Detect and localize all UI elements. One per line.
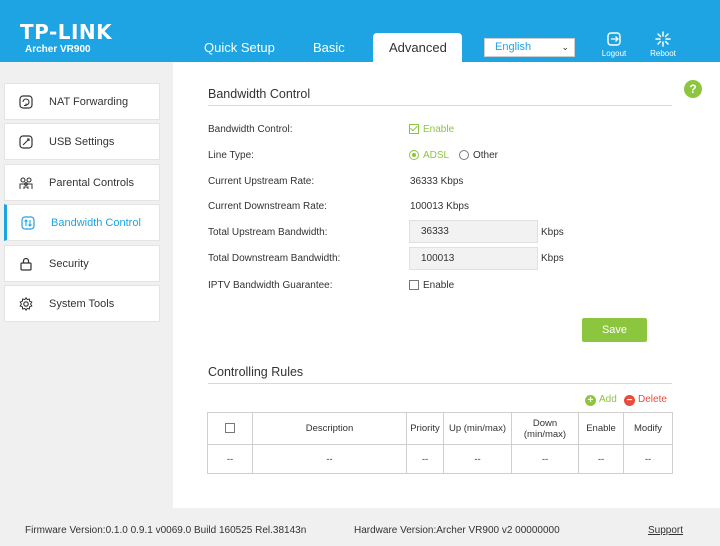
total-upstream-input[interactable] [409,220,538,243]
table-cell: -- [252,444,407,474]
sidebar-item-label: System Tools [49,298,115,310]
column-header-priority: Priority [406,412,444,445]
sidebar-item-bandwidth-control[interactable]: Bandwidth Control [4,204,160,241]
save-button[interactable]: Save [582,318,647,342]
downstream-rate-value: 100013 Kbps [410,201,469,212]
bandwidth-control-enable-label[interactable]: Enable [423,124,454,135]
sidebar-item-label: Parental Controls [49,177,134,189]
minus-icon: − [624,395,635,406]
sidebar-item-nat-forwarding[interactable]: NAT Forwarding [4,83,160,120]
section-title-rules: Controlling Rules [208,365,304,379]
bandwidth-icon [21,216,35,230]
upstream-rate-label: Current Upstream Rate: [208,176,315,187]
select-all-cell[interactable] [207,412,253,445]
column-header-up: Up (min/max) [443,412,512,445]
sidebar-item-security[interactable]: Security [4,245,160,282]
table-row: -- -- -- -- -- -- -- [207,444,673,474]
sidebar-item-label: Bandwidth Control [51,217,141,229]
plus-icon: + [585,395,596,406]
total-upstream-label: Total Upstream Bandwidth: [208,227,328,238]
column-header-down: Down (min/max) [511,412,579,445]
iptv-guarantee-checkbox[interactable] [409,280,419,290]
tab-advanced[interactable]: Advanced [373,33,462,62]
upstream-rate-value: 36333 Kbps [410,176,464,187]
section-divider [208,105,672,106]
sidebar-item-label: Security [49,258,89,270]
rules-table: Description Priority Up (min/max) Down (… [207,412,673,474]
add-label: Add [599,394,617,405]
language-value: English [495,41,532,53]
tab-quick-setup[interactable]: Quick Setup [204,33,275,62]
sidebar-item-system-tools[interactable]: System Tools [4,285,160,322]
gear-icon [19,297,33,311]
table-cell: -- [207,444,253,474]
total-downstream-unit: Kbps [541,253,564,264]
table-header-row: Description Priority Up (min/max) Down (… [207,412,673,445]
reboot-icon [655,31,671,47]
column-header-description: Description [252,412,407,445]
column-header-enable: Enable [578,412,624,445]
sidebar-item-label: USB Settings [49,136,115,148]
total-downstream-input[interactable] [409,247,538,270]
reboot-label: Reboot [650,49,676,58]
line-type-label: Line Type: [208,150,254,161]
select-all-checkbox[interactable] [225,423,235,434]
help-button[interactable]: ? [684,80,702,98]
delete-rule-button[interactable]: − Delete [624,394,667,406]
footer: Firmware Version:0.1.0 0.9.1 v0069.0 Bui… [0,508,720,546]
brand-logo: TP-LINK [20,20,113,44]
logout-button[interactable]: Logout [597,31,631,58]
language-select[interactable]: English ⌄ [484,38,575,57]
table-cell: -- [578,444,624,474]
tab-basic[interactable]: Basic [313,33,345,62]
table-cell: -- [511,444,579,474]
table-cell: -- [406,444,444,474]
line-type-adsl-radio[interactable] [409,150,419,160]
sidebar-item-label: NAT Forwarding [49,96,129,108]
line-type-other-radio[interactable] [459,150,469,160]
table-cell: -- [443,444,512,474]
downstream-rate-label: Current Downstream Rate: [208,201,327,212]
line-type-adsl-label[interactable]: ADSL [423,150,449,161]
section-divider [208,383,672,384]
bandwidth-control-checkbox[interactable] [409,124,419,134]
support-link[interactable]: Support [648,525,683,536]
sidebar: NAT Forwarding USB Settings Parental Con… [0,62,173,508]
hardware-version: Hardware Version:Archer VR900 v2 0000000… [354,525,560,536]
usb-icon [19,135,33,149]
top-header: TP-LINK Archer VR900 Quick Setup Basic A… [0,0,720,62]
logout-label: Logout [601,49,627,58]
line-type-other-label[interactable]: Other [473,150,498,161]
firmware-version: Firmware Version:0.1.0 0.9.1 v0069.0 Bui… [25,525,307,536]
delete-label: Delete [638,394,667,405]
family-icon [19,177,33,189]
column-header-modify: Modify [623,412,673,445]
iptv-guarantee-label: IPTV Bandwidth Guarantee: [208,280,333,291]
iptv-guarantee-enable-label[interactable]: Enable [423,280,454,291]
total-downstream-label: Total Downstream Bandwidth: [208,253,341,264]
model-name: Archer VR900 [25,44,91,55]
reboot-button[interactable]: Reboot [646,31,680,58]
table-cell: -- [623,444,673,474]
sidebar-item-parental-controls[interactable]: Parental Controls [4,164,160,201]
section-title-bandwidth: Bandwidth Control [208,87,311,101]
nat-forwarding-icon [19,95,33,109]
bandwidth-control-label: Bandwidth Control: [208,124,293,135]
sidebar-item-usb-settings[interactable]: USB Settings [4,123,160,160]
logout-icon [607,32,621,46]
add-rule-button[interactable]: + Add [585,394,617,406]
total-upstream-unit: Kbps [541,227,564,238]
chevron-down-icon: ⌄ [561,42,569,52]
lock-icon [20,257,32,271]
